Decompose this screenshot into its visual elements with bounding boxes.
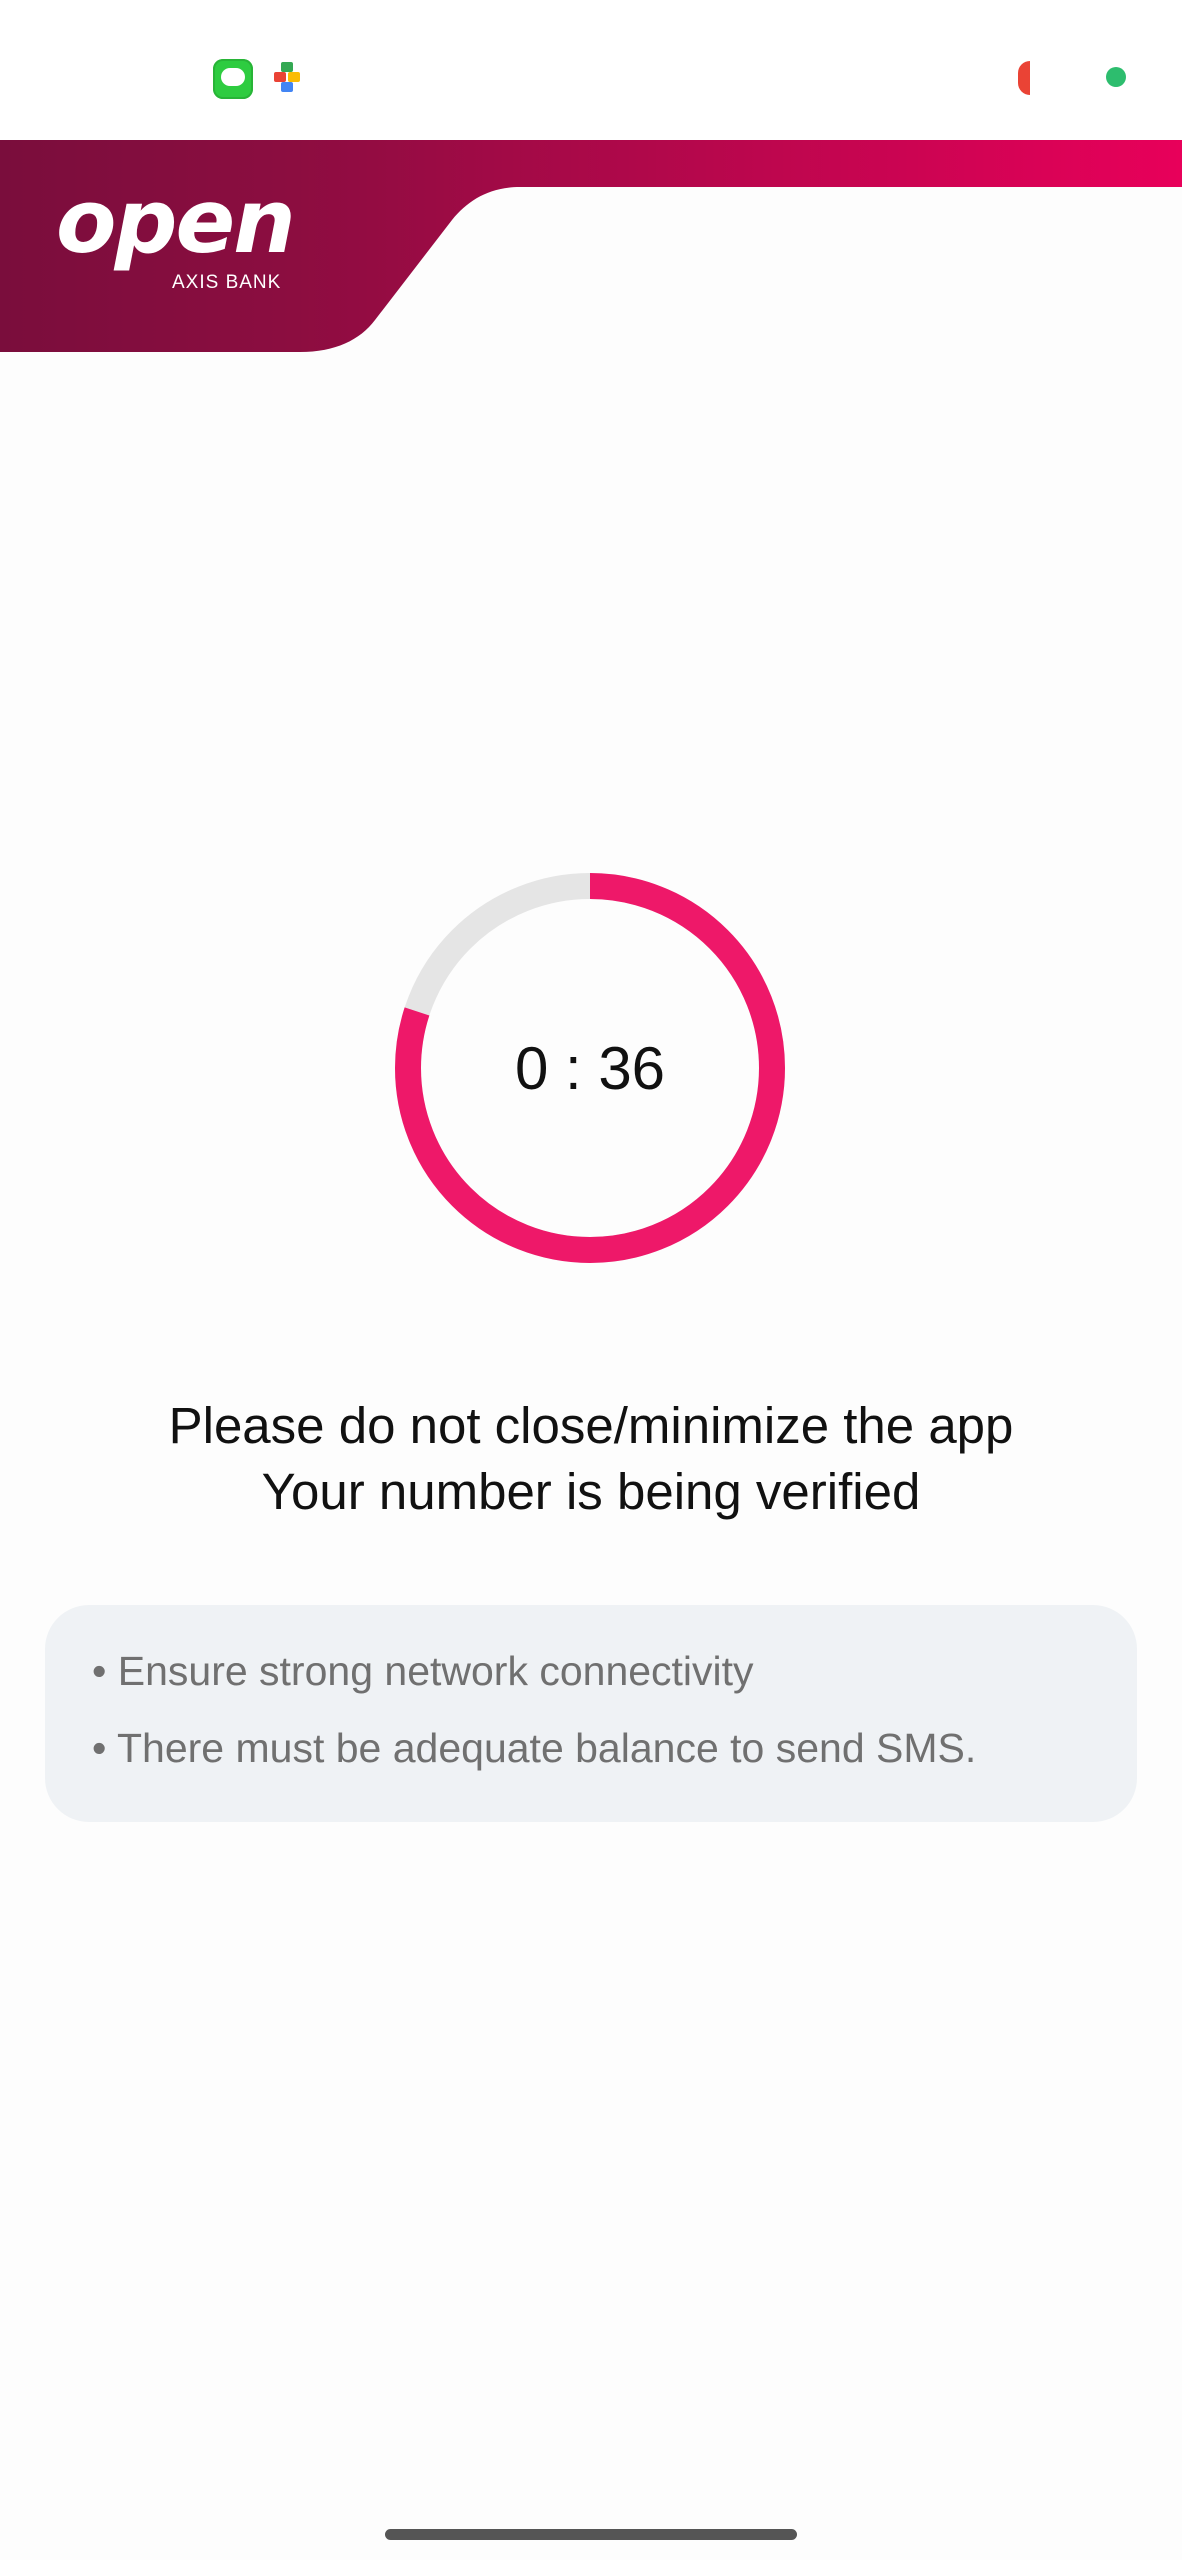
timer-value: 0 : 36 <box>514 1034 666 1102</box>
message-line-2: Your number is being verified <box>261 1463 921 1520</box>
messages-icon <box>213 59 253 99</box>
tips-card: • Ensure strong network connectivity • T… <box>45 1605 1137 1822</box>
tip-item: • There must be adequate balance to send… <box>92 1725 977 1771</box>
privacy-indicator-dot <box>1106 67 1126 87</box>
countdown-timer: 0 : 36 <box>395 873 785 1263</box>
record-indicator <box>1018 61 1030 95</box>
status-bar <box>0 0 1182 140</box>
brand-logo-subtitle: AXIS BANK <box>172 272 282 293</box>
message-line-1: Please do not close/minimize the app <box>168 1397 1014 1454</box>
home-indicator[interactable] <box>385 2529 797 2540</box>
verification-message: Please do not close/minimize the app You… <box>0 1393 1182 1525</box>
brand-logo-word: open <box>56 170 296 273</box>
tip-item: • Ensure strong network connectivity <box>92 1648 754 1694</box>
puzzle-icon <box>274 62 300 92</box>
